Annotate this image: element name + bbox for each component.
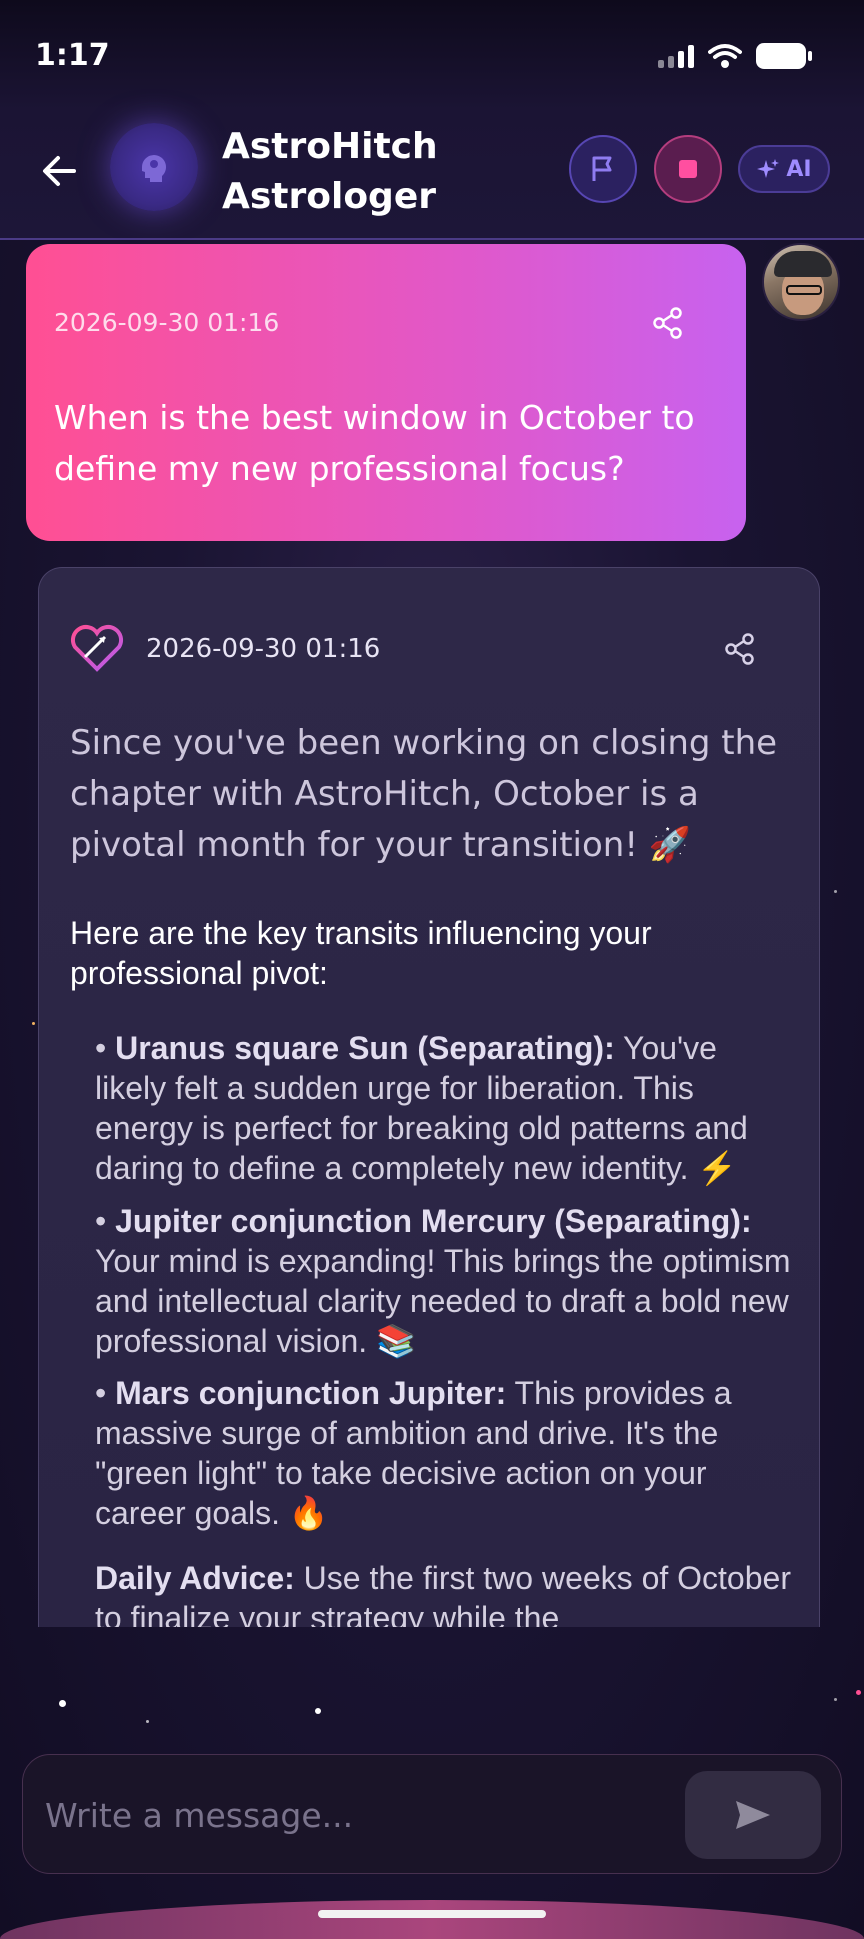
list-item: • Uranus square Sun (Separating): You've… xyxy=(95,1030,748,1186)
star-decoration xyxy=(32,1022,35,1025)
assistant-message-card: 2026-09-30 01:16 Since you've been worki… xyxy=(38,567,820,1627)
status-time: 1:17 xyxy=(35,38,110,73)
transit-title: Mars conjunction Jupiter: xyxy=(115,1375,507,1411)
report-flag-button[interactable] xyxy=(569,135,637,203)
back-arrow-icon[interactable] xyxy=(38,150,80,192)
advice-title: Daily Advice: xyxy=(95,1560,295,1596)
user-avatar[interactable] xyxy=(762,243,840,321)
chat-title: AstroHitch Astrologer xyxy=(222,126,438,217)
stop-icon xyxy=(679,160,697,178)
ai-label: AI xyxy=(786,156,812,182)
star-decoration xyxy=(834,890,837,893)
status-bar: 1:17 xyxy=(0,0,864,110)
sparkle-icon xyxy=(757,159,780,178)
status-icons xyxy=(658,43,812,69)
message-input[interactable] xyxy=(45,1785,685,1845)
wifi-icon xyxy=(708,44,742,68)
list-item: • Jupiter conjunction Mercury (Separatin… xyxy=(95,1203,791,1359)
mind-gear-icon xyxy=(142,155,166,182)
send-button[interactable] xyxy=(685,1771,821,1859)
home-indicator[interactable] xyxy=(318,1910,546,1918)
assistant-subheading: Here are the key transits influencing yo… xyxy=(70,915,652,991)
chat-header: AstroHitch Astrologer AI xyxy=(0,110,864,240)
daily-advice: Daily Advice: Use the first two weeks of… xyxy=(95,1558,795,1627)
share-icon[interactable] xyxy=(651,306,685,340)
send-icon xyxy=(736,1801,770,1829)
message-timestamp: 2026-09-30 01:16 xyxy=(54,308,280,337)
ai-button[interactable]: AI xyxy=(738,145,830,193)
astrologer-avatar xyxy=(110,123,198,211)
heart-compass-icon xyxy=(71,625,123,672)
flag-icon xyxy=(592,156,612,181)
share-icon[interactable] xyxy=(723,632,757,666)
star-decoration xyxy=(834,1698,837,1701)
signal-icon xyxy=(658,44,694,68)
list-item: • Mars conjunction Jupiter: This provide… xyxy=(95,1375,732,1531)
user-message-bubble: 2026-09-30 01:16 When is the best window… xyxy=(26,244,746,541)
assistant-intro: Since you've been working on closing the… xyxy=(70,723,778,865)
star-decoration xyxy=(59,1700,66,1707)
message-composer xyxy=(22,1754,842,1874)
star-decoration xyxy=(315,1708,321,1714)
message-timestamp: 2026-09-30 01:16 xyxy=(146,634,381,664)
avatar-cap xyxy=(774,251,832,277)
battery-icon xyxy=(756,43,812,69)
star-decoration xyxy=(146,1720,149,1723)
bottom-decoration xyxy=(0,1900,864,1939)
transit-body: Your mind is expanding! This brings the … xyxy=(95,1243,791,1359)
avatar-glasses xyxy=(786,285,822,295)
transit-title: Jupiter conjunction Mercury (Separating)… xyxy=(115,1203,752,1239)
stop-button[interactable] xyxy=(654,135,722,203)
user-message-text: When is the best window in October to de… xyxy=(54,398,695,488)
star-decoration xyxy=(856,1690,861,1695)
transit-title: Uranus square Sun (Separating): xyxy=(115,1030,615,1066)
